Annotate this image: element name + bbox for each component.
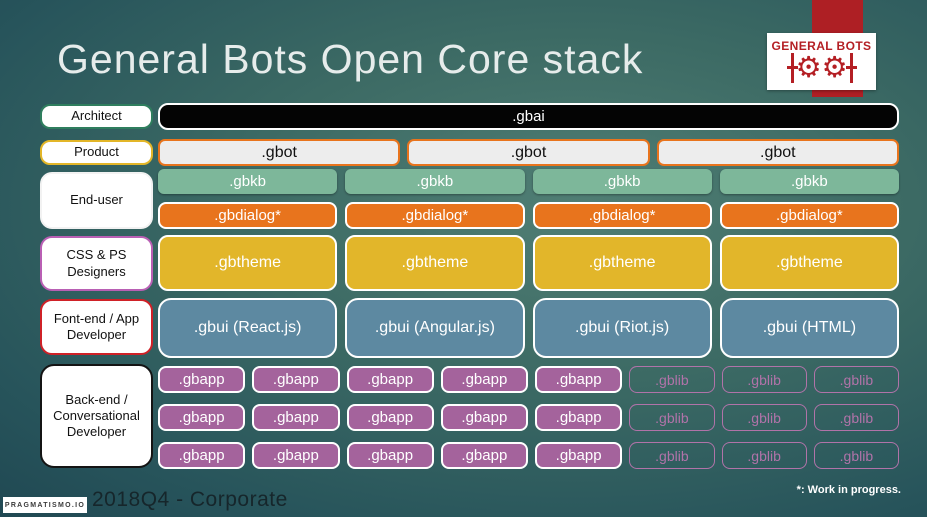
gbapp-block: .gbapp xyxy=(252,442,340,469)
gbapp-block: .gbapp xyxy=(346,404,434,431)
gbui-angular-block: .gbui (Angular.js) xyxy=(345,298,525,358)
gbui-html-block: .gbui (HTML) xyxy=(719,298,899,358)
gbapp-block: .gbapp xyxy=(440,404,528,431)
gbapp-block: .gbapp xyxy=(535,366,623,393)
slide-canvas: General Bots Open Core stack GENERAL BOT… xyxy=(0,0,927,517)
general-bots-logo: GENERAL BOTS ⚙ ⚙ xyxy=(767,33,876,90)
gbdialog-block: .gbdialog* xyxy=(158,202,338,229)
gbapp-block: .gbapp xyxy=(346,366,434,393)
gbapp-block: .gbapp xyxy=(158,442,246,469)
gear-left-bar-icon xyxy=(786,52,798,83)
role-label-css-ps-designers: CSS & PS Designers xyxy=(40,236,153,291)
gbapp-block: .gbapp xyxy=(440,442,528,469)
gblib-block: .gblib xyxy=(813,404,899,431)
gbapp-block: .gbapp xyxy=(252,404,340,431)
gbui-riot-block: .gbui (Riot.js) xyxy=(532,298,712,358)
gbkb-block: .gbkb xyxy=(532,169,712,194)
gblib-block: .gblib xyxy=(813,442,899,469)
backend-row-3: .gbapp .gbapp .gbapp .gbapp .gbapp .gbli… xyxy=(158,442,899,469)
gear-right-bar-icon xyxy=(845,52,857,83)
gear-icon: ⚙ xyxy=(821,50,848,84)
gbapp-block: .gbapp xyxy=(535,404,623,431)
work-in-progress-note: *: Work in progress. xyxy=(796,484,901,496)
gbui-react-block: .gbui (React.js) xyxy=(158,298,338,358)
gbtheme-block: .gbtheme xyxy=(345,235,525,291)
gblib-block: .gblib xyxy=(721,404,807,431)
gbapp-block: .gbapp xyxy=(252,366,340,393)
role-label-product: Product xyxy=(40,140,153,165)
gbapp-block: .gbapp xyxy=(535,442,623,469)
gbdialog-row: .gbdialog* .gbdialog* .gbdialog* .gbdial… xyxy=(158,202,899,229)
gblib-block: .gblib xyxy=(629,366,715,393)
pragmatismo-badge: PRAGMATISMO.IO xyxy=(3,497,87,513)
gblib-block: .gblib xyxy=(721,366,807,393)
page-title: General Bots Open Core stack xyxy=(57,36,644,82)
gblib-block: .gblib xyxy=(629,404,715,431)
role-label-end-user: End-user xyxy=(40,172,153,229)
gbot-block: .gbot xyxy=(158,139,401,166)
gbot-row: .gbot .gbot .gbot xyxy=(158,139,899,166)
gbdialog-block: .gbdialog* xyxy=(345,202,525,229)
footer-caption: 2018Q4 - Corporate xyxy=(92,488,288,511)
gblib-block: .gblib xyxy=(629,442,715,469)
gbot-block: .gbot xyxy=(407,139,650,166)
gbui-row: .gbui (React.js) .gbui (Angular.js) .gbu… xyxy=(158,298,899,358)
backend-row-2: .gbapp .gbapp .gbapp .gbapp .gbapp .gbli… xyxy=(158,404,899,431)
backend-row-1: .gbapp .gbapp .gbapp .gbapp .gbapp .gbli… xyxy=(158,366,899,393)
gbot-block: .gbot xyxy=(656,139,899,166)
gear-icon: ⚙ xyxy=(795,50,822,84)
gblib-block: .gblib xyxy=(721,442,807,469)
gbtheme-block: .gbtheme xyxy=(158,235,338,291)
gbdialog-block: .gbdialog* xyxy=(532,202,712,229)
logo-gears: ⚙ ⚙ xyxy=(786,50,857,85)
gbtheme-block: .gbtheme xyxy=(532,235,712,291)
role-label-architect: Architect xyxy=(40,104,153,129)
gbapp-block: .gbapp xyxy=(346,442,434,469)
gbkb-block: .gbkb xyxy=(158,169,338,194)
gbkb-block: .gbkb xyxy=(719,169,899,194)
gbtheme-row: .gbtheme .gbtheme .gbtheme .gbtheme xyxy=(158,235,899,291)
role-label-back-end-conversational-developer: Back-end / Conversational Developer xyxy=(40,364,153,468)
gbtheme-block: .gbtheme xyxy=(719,235,899,291)
gbai-bar: .gbai xyxy=(158,103,899,130)
gbkb-row: .gbkb .gbkb .gbkb .gbkb xyxy=(158,169,899,194)
role-label-font-end-app-developer: Font-end / App Developer xyxy=(40,299,153,355)
gbapp-block: .gbapp xyxy=(158,366,246,393)
gbkb-block: .gbkb xyxy=(345,169,525,194)
gbapp-block: .gbapp xyxy=(440,366,528,393)
gblib-block: .gblib xyxy=(813,366,899,393)
gbapp-block: .gbapp xyxy=(158,404,246,431)
gbdialog-block: .gbdialog* xyxy=(719,202,899,229)
